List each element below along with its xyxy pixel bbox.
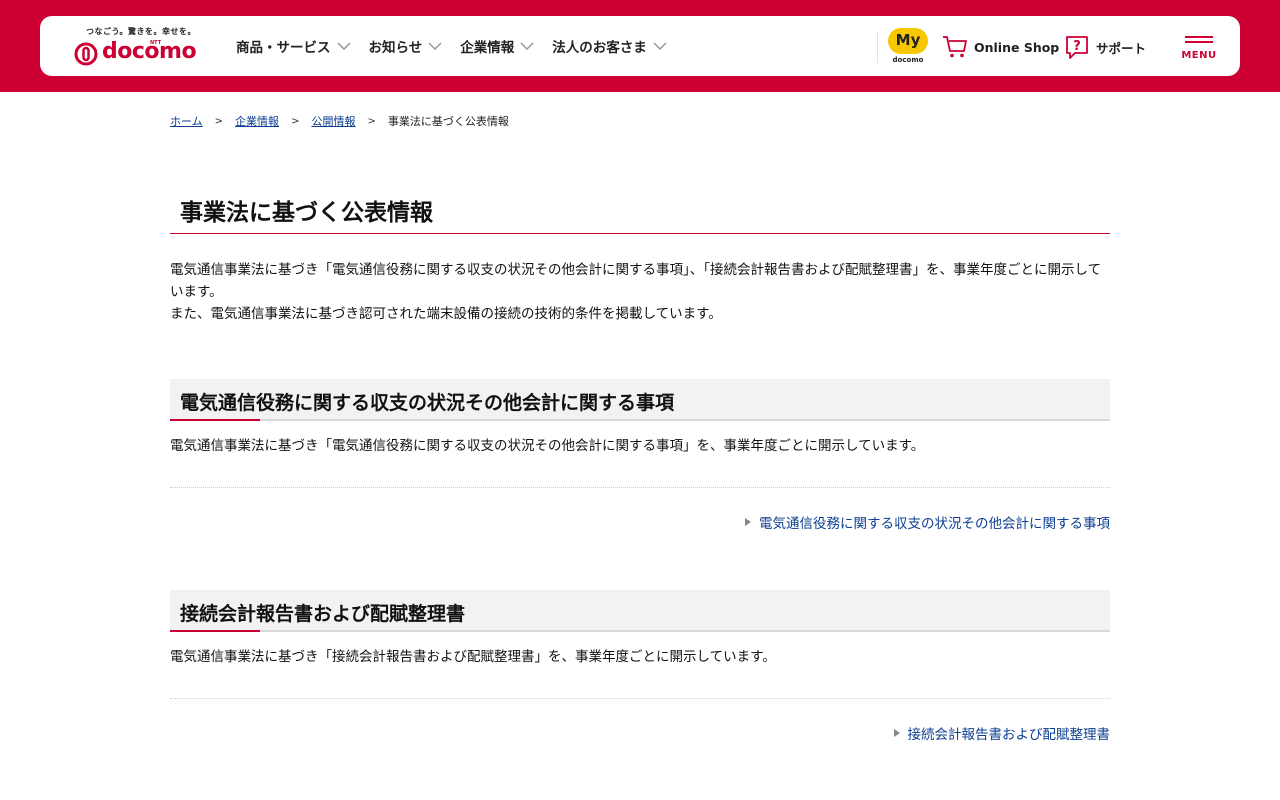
section-text: 電気通信事業法に基づき「接続会計報告書および配賦整理書」を、事業年度ごとに開示し… [170, 649, 776, 665]
hamburger-bar [1185, 41, 1213, 43]
intro-paragraph: 電気通信事業法に基づき「電気通信役務に関する収支の状況その他会計に関する事項」、… [170, 262, 1102, 300]
heading-accent [170, 630, 260, 632]
my-docomo-sub: docomo [892, 56, 924, 64]
support-label: サポート [1096, 40, 1147, 56]
nav-item-label: お知らせ [368, 40, 423, 56]
dotted-divider [170, 487, 1110, 488]
brand-tagline: つなごう。驚きを。幸せを。 [86, 27, 197, 36]
hamburger-bar [1185, 36, 1213, 38]
nav-item-products[interactable]: 商品・サービス [236, 36, 351, 56]
online-shop-label: Online Shop [974, 39, 1060, 55]
docomo-mark-icon [74, 42, 98, 66]
breadcrumb: ホーム > 企業情報 > 公開情報 > 事業法に基づく公表情報 [170, 113, 509, 129]
triangle-right-icon [893, 729, 900, 737]
section-heading-bar: 接続会計報告書および配賦整理書 [170, 590, 1110, 632]
brand-wordmark: docomo [102, 39, 197, 64]
accounting-matters-link[interactable]: 電気通信役務に関する収支の状況その他会計に関する事項 [745, 512, 1110, 532]
chevron-down-icon [336, 42, 351, 50]
chevron-down-icon [653, 42, 667, 50]
heading-accent [170, 419, 260, 421]
my-docomo-bubble: My [888, 28, 928, 54]
section-link-row: 電気通信役務に関する収支の状況その他会計に関する事項 [170, 512, 1110, 532]
breadcrumb-separator: > [214, 115, 224, 127]
global-nav: 商品・サービス お知らせ 企業情報 法人のお客さま [236, 16, 685, 76]
section-text: 電気通信事業法に基づき「電気通信役務に関する収支の状況その他会計に関する事項」を… [170, 438, 925, 454]
header-divider [877, 31, 878, 63]
link-label: 電気通信役務に関する収支の状況その他会計に関する事項 [759, 516, 1110, 532]
page-title: 事業法に基づく公表情報 [170, 180, 1110, 234]
nav-item-label: 企業情報 [460, 40, 515, 56]
my-label: My [895, 31, 921, 49]
triangle-right-icon [745, 518, 751, 526]
chevron-down-icon [520, 42, 534, 50]
nav-item-label: 商品・サービス [236, 40, 331, 56]
breadcrumb-separator: > [367, 115, 376, 127]
chevron-down-icon [428, 42, 442, 50]
dotted-divider [170, 698, 1110, 699]
svg-text:?: ? [1073, 39, 1081, 54]
menu-label: MENU [1181, 50, 1217, 61]
section-heading: 電気通信役務に関する収支の状況その他会計に関する事項 [180, 392, 675, 414]
global-header: つなごう。驚きを。幸せを。 NTT docomo 商品・サービス お知らせ 企業… [40, 16, 1240, 76]
section-accounting: 電気通信役務に関する収支の状況その他会計に関する事項 電気通信事業法に基づき「電… [170, 379, 1110, 532]
breadcrumb-corporate[interactable]: 企業情報 [235, 113, 279, 129]
help-question-icon: ? [1066, 36, 1088, 59]
interconnection-report-link[interactable]: 接続会計報告書および配賦整理書 [893, 723, 1111, 743]
nav-item-business[interactable]: 法人のお客さま [552, 36, 667, 56]
online-shop-link[interactable]: Online Shop [942, 34, 1059, 60]
breadcrumb-separator: > [291, 115, 300, 127]
section-heading: 接続会計報告書および配賦整理書 [180, 603, 466, 625]
section-interconnection: 接続会計報告書および配賦整理書 電気通信事業法に基づき「接続会計報告書および配賦… [170, 590, 1110, 743]
nav-item-news[interactable]: お知らせ [369, 36, 443, 56]
nav-item-label: 法人のお客さま [552, 40, 647, 56]
breadcrumb-home[interactable]: ホーム [170, 113, 203, 129]
my-docomo-button[interactable]: My docomo [888, 28, 928, 66]
nav-item-corporate[interactable]: 企業情報 [460, 36, 534, 56]
support-link[interactable]: ? サポート [1064, 34, 1146, 60]
menu-button[interactable]: MENU [1180, 28, 1218, 66]
section-heading-bar: 電気通信役務に関する収支の状況その他会計に関する事項 [170, 379, 1110, 421]
link-label: 接続会計報告書および配賦整理書 [907, 727, 1111, 743]
breadcrumb-current: 事業法に基づく公表情報 [387, 115, 509, 128]
breadcrumb-public-info[interactable]: 公開情報 [311, 113, 355, 129]
section-link-row: 接続会計報告書および配賦整理書 [170, 723, 1110, 743]
main-content: 事業法に基づく公表情報 電気通信事業法に基づき「電気通信役務に関する収支の状況そ… [170, 180, 1110, 743]
docomo-logo[interactable]: つなごう。驚きを。幸せを。 NTT docomo [74, 26, 202, 68]
cart-icon [943, 36, 967, 58]
intro-paragraph-2: また、電気通信事業法に基づき認可された端末設備の接続の技術的条件を掲載しています… [170, 306, 722, 322]
